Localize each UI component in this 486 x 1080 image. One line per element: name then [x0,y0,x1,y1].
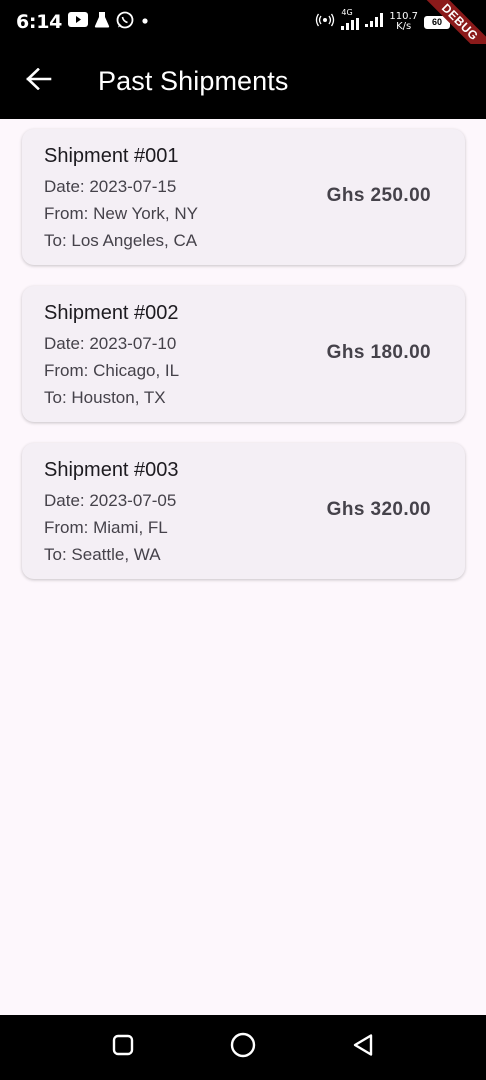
shipment-card[interactable]: Shipment #001 Date: 2023-07-15 From: New… [22,129,465,265]
page-title: Past Shipments [98,66,289,96]
home-button[interactable] [183,1015,303,1080]
shipment-amount: Ghs 320.00 [326,499,431,520]
recents-square-icon [112,1034,134,1061]
shipment-title: Shipment #003 [44,459,179,481]
shipment-list: Shipment #001 Date: 2023-07-15 From: New… [22,129,465,600]
network-speed: 110.7 K/s [389,12,418,32]
shipment-card[interactable]: Shipment #002 Date: 2023-07-10 From: Chi… [22,286,465,422]
network-type: 4G [341,8,353,17]
shipment-card[interactable]: Shipment #003 Date: 2023-07-05 From: Mia… [22,443,465,579]
status-right: 4G 110.7 K/s 60 [315,9,472,35]
arrow-left-icon [26,67,52,95]
flask-icon [94,11,110,33]
shipment-to: To: Houston, TX [44,388,166,407]
system-back-button[interactable] [303,1015,423,1080]
shipment-amount: Ghs 250.00 [326,185,431,206]
home-circle-icon [230,1032,256,1063]
signal-bars-2-icon [365,12,384,32]
notification-dot-icon [140,13,150,31]
signal-bars-icon [341,17,360,35]
shipment-title: Shipment #001 [44,145,179,167]
battery-icon: 60 [424,15,450,29]
screen: 6:14 4G 110.7 K/s 60 DEBUG Past Shipment… [0,0,486,1080]
youtube-icon [68,12,89,32]
shipment-title: Shipment #002 [44,302,179,324]
hotspot-icon [315,13,335,32]
shipment-to: To: Los Angeles, CA [44,231,198,250]
system-nav-bar [0,1015,486,1080]
status-bar: 6:14 4G 110.7 K/s 60 DEBUG [0,0,486,64]
back-button[interactable] [4,44,74,119]
back-triangle-icon [352,1033,374,1062]
shipment-to: To: Seattle, WA [44,545,161,564]
signal-4g-group: 4G [341,8,360,35]
status-time: 6:14 [16,11,63,33]
app-bar: Past Shipments [0,44,486,119]
recents-button[interactable] [63,1015,183,1080]
status-left: 6:14 [16,11,150,34]
shipment-amount: Ghs 180.00 [326,342,431,363]
whatsapp-icon [116,11,134,34]
battery-level: 60 [431,17,442,27]
speed-unit: K/s [396,21,412,32]
